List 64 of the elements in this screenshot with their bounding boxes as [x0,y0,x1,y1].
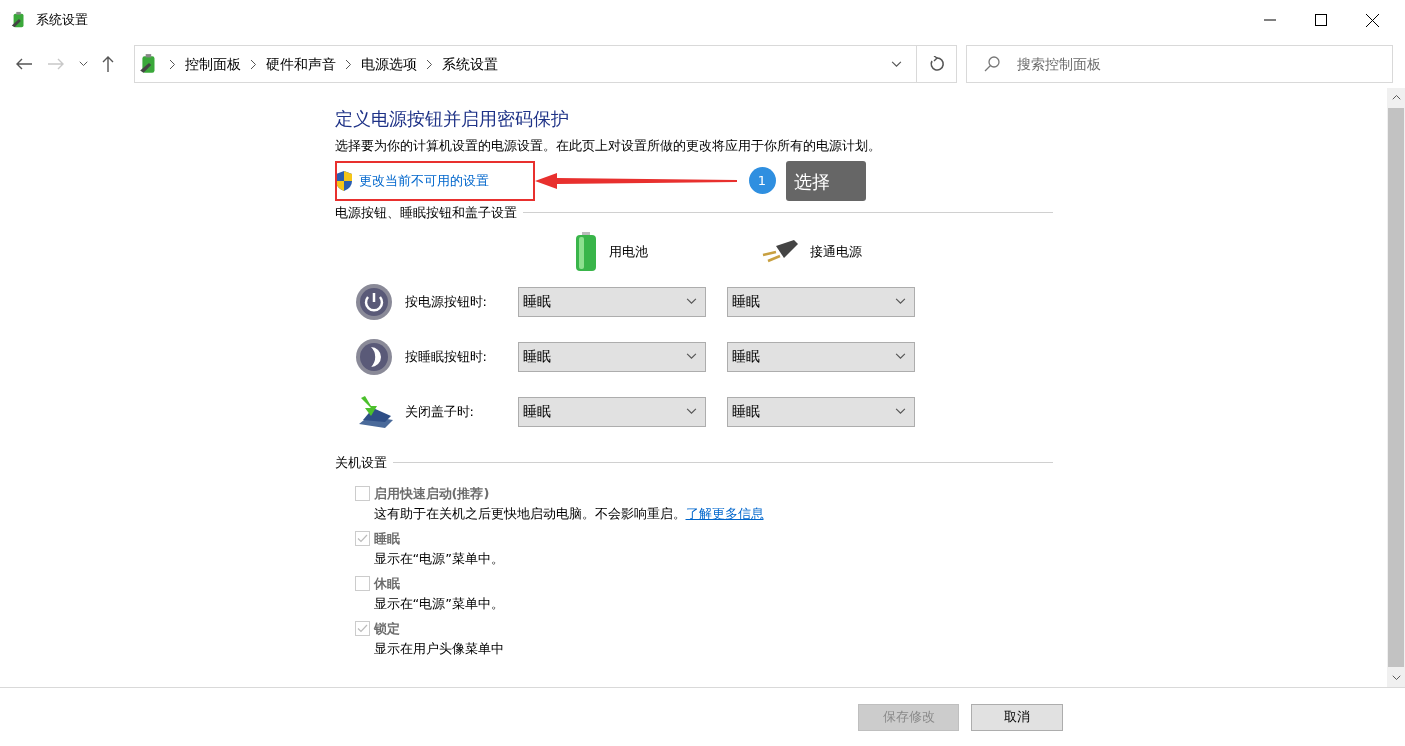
dropdown[interactable]: 睡眠 [517,341,706,372]
chevron-down-icon [685,353,697,360]
row-label: 按电源按钮时: [404,292,488,311]
power-icon [354,282,393,321]
step-badge: 1 [748,167,776,194]
breadcrumb[interactable]: 系统设置 [442,53,498,75]
option-description: 显示在“电源”菜单中。 [373,550,504,569]
moon-icon [354,337,393,376]
section-title: 电源按钮、睡眠按钮和盖子设置 [334,204,517,222]
dropdown[interactable]: 睡眠 [726,341,915,372]
dropdown[interactable]: 睡眠 [517,286,706,317]
refresh-icon [928,56,945,72]
checkbox-label: 睡眠 [373,529,400,548]
shield-icon [334,171,353,191]
option-description: 显示在“电源”菜单中。 [373,595,504,614]
dropdown[interactable]: 睡眠 [726,286,915,317]
search-field[interactable]: 搜索控制面板 [966,45,1393,83]
chevron-down-icon [685,408,697,415]
row-label: 按睡眠按钮时: [404,347,488,366]
breadcrumb[interactable]: 硬件和声音 [266,53,336,75]
dropdown[interactable]: 睡眠 [517,396,706,427]
section-title: 关机设置 [334,453,387,472]
maximize-icon [1315,14,1327,26]
checkmark-icon [356,534,368,543]
chevron-down-icon [685,298,697,305]
scroll-down-icon [1391,675,1401,681]
breadcrumb-separator-icon [170,59,175,69]
scrollbar-thumb[interactable] [1388,108,1404,667]
forward-arrow-icon [48,58,64,70]
chevron-down-icon [894,408,906,415]
dropdown[interactable]: 睡眠 [726,396,915,427]
option-description: 这有助于在关机之后更快地启动电脑。不会影响重启。 [373,505,686,524]
chevron-down-icon [894,298,906,305]
column-header: 接通电源 [809,242,862,261]
checkbox-label: 锁定 [373,619,400,638]
breadcrumb[interactable]: 电源选项 [361,53,417,75]
scroll-up-icon [1391,94,1401,100]
window-title: 系统设置 [36,11,88,30]
breadcrumb-separator-icon [251,59,256,69]
breadcrumb[interactable]: 控制面板 [185,53,241,75]
minimize-icon [1264,19,1276,21]
checkmark-icon [356,624,368,633]
checkbox-label: 启用快速启动(推荐) [373,484,490,503]
checkbox-label: 休眠 [373,574,400,593]
chevron-down-icon [78,61,88,67]
chevron-down-icon [890,60,902,68]
option-description: 显示在用户头像菜单中 [373,640,504,659]
close-icon [1365,13,1379,27]
annotation-tooltip: 选择 [785,161,866,201]
up-arrow-icon [102,56,114,72]
column-header: 用电池 [608,242,648,261]
row-label: 关闭盖子时: [404,402,475,421]
breadcrumb-separator-icon [346,59,351,69]
admin-settings-link[interactable]: 更改当前不可用的设置 [358,171,489,191]
page-description: 选择要为你的计算机设置的电源设置。在此页上对设置所做的更改将应用于你所有的电源计划。 [334,137,882,155]
breadcrumb-separator-icon [427,59,432,69]
chevron-down-icon [894,353,906,360]
dialog-button[interactable]: 取消 [971,703,1063,731]
address-bar[interactable]: 控制面板 硬件和声音 电源选项 系统设置 [134,45,957,83]
back-arrow-icon [16,58,32,70]
search-icon [984,56,1000,72]
scrollbar[interactable] [1387,88,1405,687]
page-heading: 定义电源按钮并启用密码保护 [334,107,570,131]
up-button[interactable] [100,54,116,74]
